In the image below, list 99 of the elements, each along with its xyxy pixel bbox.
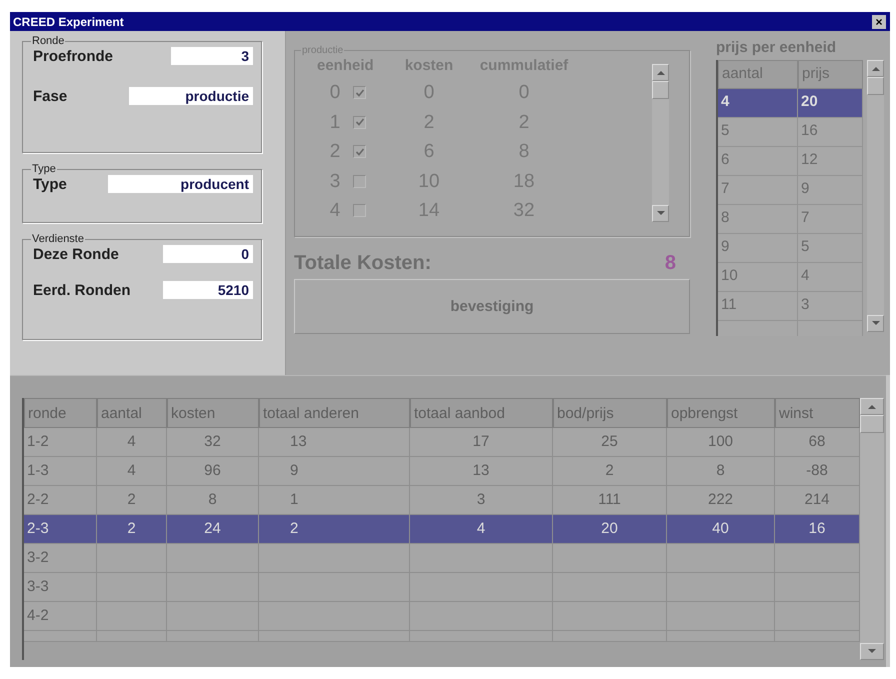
scroll-thumb[interactable] [867,77,884,95]
column-header: opbrengst [667,398,775,428]
table-cell[interactable]: 96 [167,457,259,486]
table-cell[interactable]: 8 [718,205,798,234]
scrollbar[interactable] [860,398,884,660]
table-cell[interactable]: 8 [167,486,259,515]
value-field: productie [129,87,253,105]
table-cell[interactable]: 3-2 [24,544,97,573]
window-title: CREED Experiment [13,14,124,28]
table-cell[interactable]: 40 [667,515,775,544]
field-label: Proefronde [33,48,114,64]
table-cell[interactable]: 8 [667,457,775,486]
table-cell[interactable]: 25 [553,428,667,457]
table-cell[interactable]: 12 [798,147,863,176]
table-cell[interactable]: 111 [553,486,667,515]
table-cell [97,602,167,631]
checkbox[interactable] [353,86,366,100]
table-cell[interactable]: 24 [167,515,259,544]
table-cell[interactable]: 4 [97,457,167,486]
scroll-up-icon[interactable] [867,60,884,77]
column-header: ronde [24,398,97,428]
table-cell[interactable]: 10 [718,263,798,292]
table-cell[interactable]: 9 [798,176,863,205]
group-legend: Ronde [31,35,66,47]
value-field: producent [108,175,253,193]
table-cell[interactable]: 1 [259,486,410,515]
table-cell[interactable]: 17 [410,428,553,457]
value-field: 0 [163,245,253,263]
total-value: 8 [664,252,676,274]
table-cell[interactable]: 13 [410,457,553,486]
column-header: winst [775,398,860,428]
table-cell[interactable]: 2 [553,457,667,486]
table-cell[interactable]: 7 [718,176,798,205]
table-cell[interactable]: 214 [775,486,860,515]
group-legend: Verdienste [31,233,85,245]
value-field: 3 [171,47,253,65]
table-cell [97,573,167,602]
checkbox[interactable] [353,116,366,129]
table-cell[interactable]: 1-2 [24,428,97,457]
table-cell[interactable]: 2 [259,515,410,544]
scroll-down-icon[interactable] [652,205,669,222]
column-header: totaal anderen [259,398,410,428]
table-cell[interactable]: 3 [798,292,863,321]
checkbox[interactable] [353,145,366,158]
value-field: 5210 [163,281,253,299]
field-label: Eerd. Ronden [33,282,131,298]
scroll-up-icon[interactable] [652,64,669,81]
table-title: prijs per eenheid [716,39,838,58]
table-cell[interactable]: 9 [259,457,410,486]
table-cell[interactable]: 16 [798,118,863,147]
scrollbar[interactable] [867,60,884,332]
group-legend: Type [31,163,57,175]
checkbox[interactable] [353,204,366,218]
table-cell[interactable]: 5 [798,234,863,263]
column-header: aantal [97,398,167,428]
table-cell[interactable]: 20 [798,89,863,118]
table-cell [97,544,167,573]
table-cell[interactable]: 16 [775,515,860,544]
table-cell[interactable]: 1-3 [24,457,97,486]
scroll-up-icon[interactable] [860,398,884,415]
table-cell[interactable]: 3-3 [24,573,97,602]
table-cell[interactable]: 13 [259,428,410,457]
table-cell[interactable]: 68 [775,428,860,457]
total-label: Totale Kosten: [294,252,432,274]
column-header: kosten [167,398,259,428]
field-label: Fase [33,88,68,104]
close-button[interactable]: × [872,14,886,28]
table-cell[interactable]: 5 [718,118,798,147]
field-label: Deze Ronde [33,246,119,262]
table-cell[interactable]: 4 [718,89,798,118]
table-cell[interactable]: 4 [410,515,553,544]
table-cell[interactable]: 4-2 [24,602,97,631]
checkbox[interactable] [353,174,366,188]
table-cell[interactable]: 100 [667,428,775,457]
table-cell[interactable]: 7 [798,205,863,234]
table-cell[interactable]: 20 [553,515,667,544]
table-cell[interactable]: -88 [775,457,860,486]
table-cell[interactable]: 32 [167,428,259,457]
confirm-button[interactable]: bevestiging [294,279,690,334]
table-cell[interactable]: 9 [718,234,798,263]
scroll-down-icon[interactable] [860,643,884,660]
scroll-thumb[interactable] [652,81,669,99]
table-cell[interactable]: 2 [97,486,167,515]
column-header: bod/prijs [553,398,667,428]
field-label: Type [33,176,67,192]
scroll-down-icon[interactable] [867,315,884,332]
table-cell[interactable]: 2-2 [24,486,97,515]
table-cell[interactable]: 3 [410,486,553,515]
table-cell[interactable]: 4 [97,428,167,457]
table-cell [97,631,167,642]
column-header: totaal aanbod [410,398,553,428]
table-cell[interactable]: 6 [718,147,798,176]
table-cell[interactable]: 11 [718,292,798,321]
table-cell[interactable]: 222 [667,486,775,515]
table-cell[interactable]: 2 [97,515,167,544]
table-cell[interactable]: 4 [798,263,863,292]
scroll-thumb[interactable] [860,415,884,433]
scrollbar[interactable] [652,64,669,222]
table-cell[interactable]: 2-3 [24,515,97,544]
